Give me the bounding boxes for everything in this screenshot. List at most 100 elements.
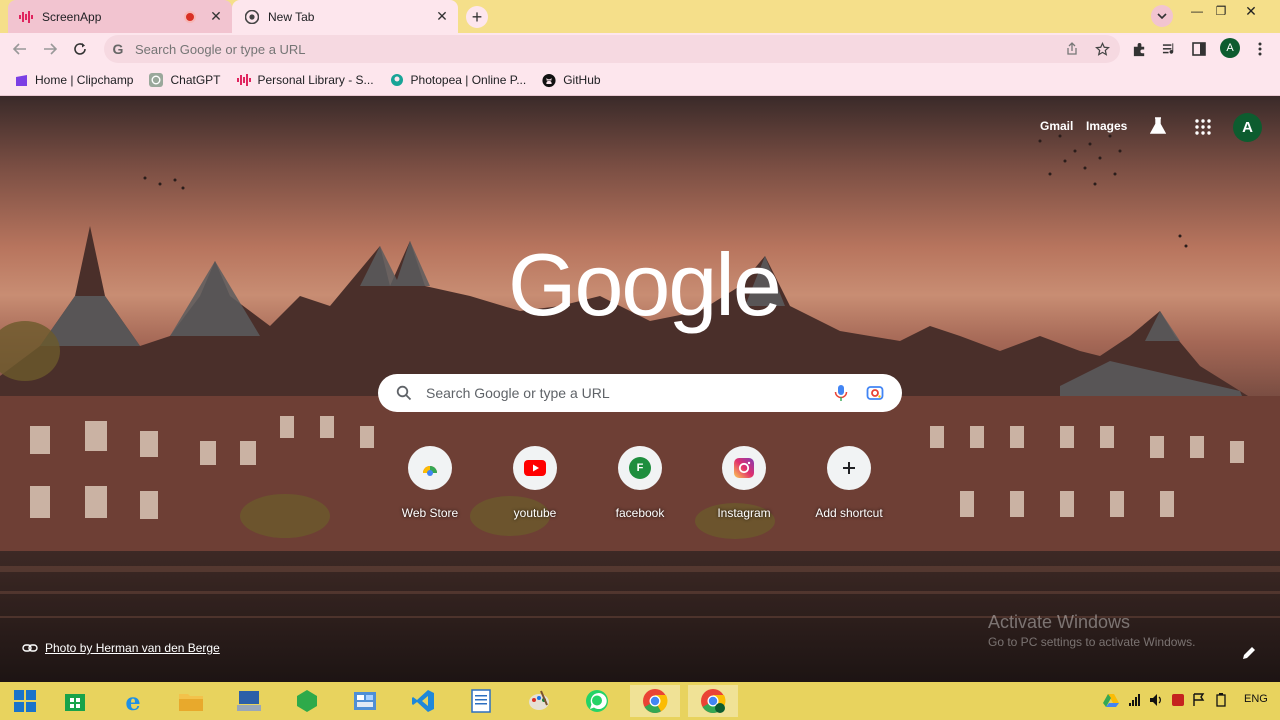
bookmark-clipchamp[interactable]: Home | Clipchamp: [14, 68, 133, 92]
webstore-icon: [408, 446, 452, 490]
google-lens-icon: [866, 386, 884, 400]
back-arrow-icon: [13, 43, 26, 55]
flag-icon[interactable]: [1193, 693, 1205, 712]
shortcut-facebook[interactable]: F facebook: [588, 446, 692, 526]
bookmark-label: Personal Library - S...: [257, 73, 374, 87]
taskbar-vscode[interactable]: [398, 685, 448, 717]
forward-arrow-icon: [44, 43, 57, 55]
recording-indicator-icon: [184, 10, 196, 23]
tab-search-button[interactable]: [1151, 5, 1173, 27]
chrome-icon: [701, 689, 726, 714]
plus-icon: [827, 446, 871, 490]
taskbar-paint[interactable]: [514, 685, 564, 717]
tab-new-tab[interactable]: New Tab ✕: [232, 0, 458, 33]
puzzle-icon: [1133, 42, 1144, 56]
photopea-icon: [390, 73, 404, 87]
search-placeholder: Search Google or type a URL: [426, 385, 610, 401]
share-icon[interactable]: [1064, 41, 1080, 57]
taskbar-internet-explorer[interactable]: e: [108, 685, 158, 717]
bookmark-star-icon[interactable]: [1094, 41, 1110, 57]
gmail-link[interactable]: Gmail: [1040, 119, 1073, 133]
bookmark-personal-library[interactable]: Personal Library - S...: [236, 68, 374, 92]
tab-strip: ScreenApp ✕ New Tab ✕ + — ❐ ✕: [0, 0, 1280, 33]
new-tab-button[interactable]: +: [466, 6, 488, 28]
reload-icon: [74, 43, 86, 55]
google-logo: Google: [508, 235, 782, 334]
images-link[interactable]: Images: [1086, 119, 1127, 133]
bookmark-label: Home | Clipchamp: [35, 73, 134, 87]
apps-grid-icon[interactable]: [1195, 119, 1211, 140]
taskbar-notepad[interactable]: [456, 685, 506, 717]
chrome-icon: [643, 689, 668, 714]
customize-pencil-icon[interactable]: [1241, 645, 1257, 661]
taskbar-green-app[interactable]: [282, 685, 332, 717]
shortcut-label: Web Store: [401, 506, 459, 520]
tab-screenapp[interactable]: ScreenApp ✕: [8, 0, 232, 33]
profile-avatar[interactable]: A: [1220, 38, 1240, 58]
shortcut-youtube[interactable]: youtube: [483, 446, 587, 526]
volume-icon[interactable]: [1149, 693, 1163, 712]
voice-search-icon: [834, 385, 848, 401]
windows-taskbar: e ENG: [0, 682, 1280, 720]
photo-credit-text: Photo by Herman van den Berge: [45, 641, 220, 655]
github-icon: [542, 73, 556, 87]
taskbar-chrome-2[interactable]: [688, 685, 738, 717]
internet-explorer-icon: e: [125, 689, 140, 713]
tab-title: New Tab: [268, 9, 315, 24]
tray-app-icon[interactable]: [1171, 693, 1185, 712]
reload-button[interactable]: [68, 37, 92, 61]
activate-subtitle: Go to PC settings to activate Windows.: [988, 635, 1196, 649]
input-language[interactable]: ENG: [1244, 693, 1268, 705]
taskbar-keyboard-app[interactable]: [224, 685, 274, 717]
address-bar[interactable]: G: [104, 35, 1120, 63]
taskbar-control-panel[interactable]: [340, 685, 390, 717]
network-icon[interactable]: [1128, 693, 1142, 712]
keyboard-monitor-icon: [237, 691, 261, 711]
taskbar-chrome-1[interactable]: [630, 685, 680, 717]
bookmark-chatgpt[interactable]: ChatGPT: [149, 68, 221, 92]
ntp-search-box[interactable]: Search Google or type a URL: [378, 374, 902, 412]
instagram-icon: [722, 446, 766, 490]
back-button[interactable]: [8, 37, 32, 61]
restore-button[interactable]: ❐: [1206, 0, 1236, 22]
facebook-icon: F: [618, 446, 662, 490]
screenapp-icon: [18, 9, 34, 25]
bookmarks-bar: Home | Clipchamp ChatGPT Personal Librar…: [0, 65, 1280, 96]
google-drive-tray-icon[interactable]: [1103, 693, 1119, 712]
browser-toolbar: G A: [0, 33, 1280, 65]
shortcut-instagram[interactable]: Instagram: [692, 446, 796, 526]
forward-button[interactable]: [38, 37, 62, 61]
start-button[interactable]: [0, 685, 50, 717]
kebab-menu-icon: [1258, 42, 1262, 56]
link-icon: [22, 644, 38, 652]
bookmark-label: Photopea | Online P...: [410, 73, 527, 87]
store-icon: [65, 694, 85, 711]
windows-logo-icon: [14, 690, 36, 712]
folder-icon: [179, 694, 203, 711]
close-tab-icon[interactable]: ✕: [434, 8, 450, 25]
ntp-profile-avatar[interactable]: A: [1233, 113, 1262, 142]
shortcut-add[interactable]: Add shortcut: [797, 446, 901, 526]
battery-icon[interactable]: [1215, 693, 1227, 712]
bookmark-github[interactable]: GitHub: [542, 68, 601, 92]
media-controls-button[interactable]: [1157, 37, 1181, 61]
close-window-button[interactable]: ✕: [1236, 0, 1266, 22]
chatgpt-icon: [149, 73, 164, 87]
close-tab-icon[interactable]: ✕: [208, 8, 224, 25]
taskbar-store[interactable]: [50, 685, 100, 717]
side-panel-button[interactable]: [1187, 37, 1211, 61]
shortcut-label: Add shortcut: [815, 506, 883, 520]
shortcut-label: facebook: [615, 506, 665, 520]
chrome-icon: [244, 9, 260, 25]
taskbar-whatsapp[interactable]: [572, 685, 622, 717]
menu-button[interactable]: [1248, 37, 1272, 61]
address-input[interactable]: [135, 41, 1035, 57]
whatsapp-icon: [586, 690, 608, 712]
photo-credit-link[interactable]: Photo by Herman van den Berge: [22, 641, 220, 655]
extensions-button[interactable]: [1127, 37, 1151, 61]
bookmark-photopea[interactable]: Photopea | Online P...: [390, 68, 527, 92]
shortcut-web-store[interactable]: Web Store: [378, 446, 482, 526]
activate-title: Activate Windows: [988, 612, 1131, 632]
taskbar-file-explorer[interactable]: [166, 685, 216, 717]
labs-flask-icon[interactable]: [1149, 117, 1167, 140]
